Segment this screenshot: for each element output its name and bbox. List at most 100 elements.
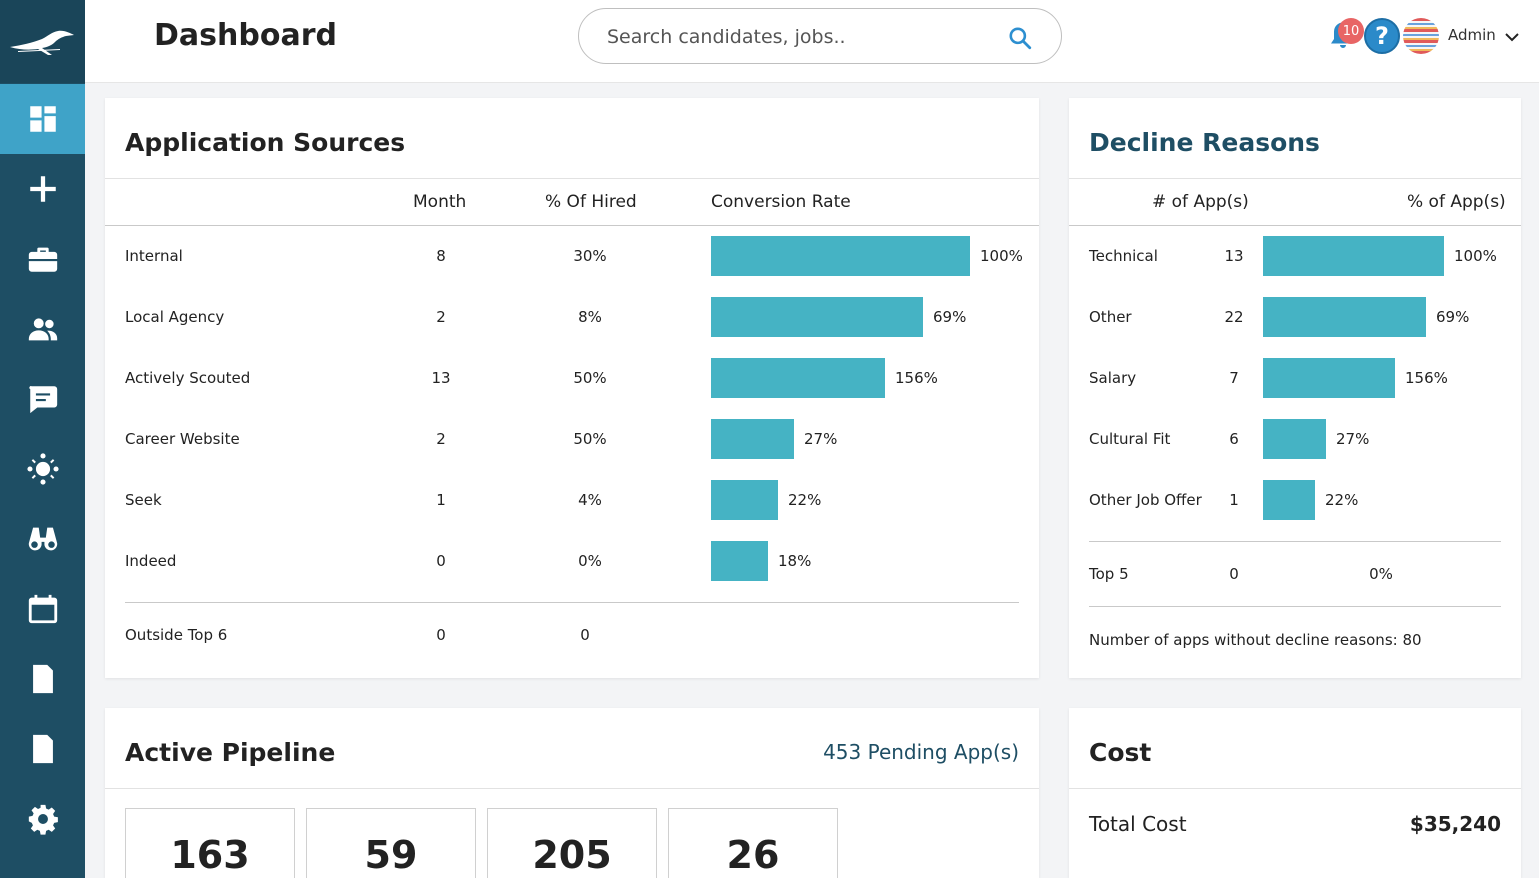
search-input[interactable] [607, 23, 987, 51]
card-title: Cost [1089, 738, 1152, 767]
column-header-hired: % Of Hired [545, 192, 637, 212]
sidebar-item-messages[interactable] [0, 364, 85, 434]
sidebar-item-add[interactable] [0, 154, 85, 224]
dashboard-icon [29, 106, 56, 132]
divider [105, 788, 1039, 789]
total-cost-label: Total Cost [1089, 812, 1187, 836]
decline-apps: 7 [1229, 369, 1239, 387]
decline-apps: 22 [1224, 308, 1244, 326]
total-cost-value: $35,240 [1409, 812, 1501, 836]
user-name[interactable]: Admin [1448, 26, 1496, 44]
source-name: Actively Scouted [125, 369, 251, 387]
pipeline-stat[interactable]: 59 [306, 808, 476, 878]
card-title: Active Pipeline [125, 738, 336, 767]
source-month: 2 [436, 430, 446, 448]
conversion-label: 100% [980, 247, 1023, 265]
source-name: Seek [125, 491, 162, 509]
pipeline-stat-value: 205 [532, 833, 612, 877]
divider [1089, 541, 1501, 542]
sidebar [0, 0, 85, 878]
avatar[interactable] [1403, 18, 1439, 54]
decline-reason-name: Other Job Offer [1089, 491, 1202, 509]
card-title: Application Sources [125, 128, 406, 157]
conversion-label: 69% [933, 308, 967, 326]
help-button[interactable]: ? [1364, 18, 1400, 54]
conversion-bar [711, 236, 970, 276]
conversion-bar [711, 541, 768, 581]
source-hired: 8% [578, 308, 602, 326]
source-hired: 50% [573, 369, 607, 387]
sidebar-item-reports[interactable] [0, 714, 85, 784]
network-icon [26, 453, 59, 485]
calendar-icon [28, 594, 57, 624]
sidebar-item-jobs[interactable] [0, 224, 85, 294]
decline-pct-bar [1263, 419, 1326, 459]
pending-apps-link[interactable]: 453 Pending App(s) [823, 740, 1019, 764]
chevron-down-icon[interactable] [1503, 28, 1521, 46]
sidebar-item-dashboard[interactable] [0, 84, 85, 154]
active-pipeline-card: Active Pipeline 453 Pending App(s) 163 5… [105, 708, 1039, 878]
source-name: Indeed [125, 552, 177, 570]
decline-reasons-card: Decline Reasons # of App(s) % of App(s) … [1069, 98, 1521, 678]
source-hired: 0% [578, 552, 602, 570]
search-box[interactable] [578, 8, 1062, 64]
sidebar-item-calendar[interactable] [0, 574, 85, 644]
binoculars-icon [28, 527, 57, 551]
application-sources-card: Application Sources Month % Of Hired Con… [105, 98, 1039, 678]
decline-pct-label: 27% [1336, 430, 1370, 448]
decline-pct-label: 22% [1325, 491, 1359, 509]
people-icon [28, 318, 57, 341]
column-header-month: Month [413, 192, 467, 212]
source-hired: 50% [573, 430, 607, 448]
sidebar-item-network[interactable] [0, 434, 85, 504]
conversion-label: 27% [804, 430, 838, 448]
pipeline-stat[interactable]: 26 [668, 808, 838, 878]
decline-pct-label: 69% [1436, 308, 1470, 326]
divider [1069, 178, 1521, 179]
source-name: Local Agency [125, 308, 225, 326]
footer-source-name: Outside Top 6 [125, 626, 228, 644]
conversion-bar [711, 297, 923, 337]
pipeline-stat[interactable]: 163 [125, 808, 295, 878]
calculator-icon [32, 664, 53, 694]
decline-pct-bar [1263, 236, 1444, 276]
notification-badge[interactable]: 10 [1338, 18, 1364, 44]
sidebar-item-settings[interactable] [0, 784, 85, 854]
source-month: 8 [436, 247, 446, 265]
decline-reason-name: Salary [1089, 369, 1137, 387]
divider [1069, 788, 1521, 789]
logo[interactable] [0, 0, 85, 83]
source-name: Internal [125, 247, 183, 265]
top5-apps: 0 [1229, 565, 1239, 583]
divider [105, 225, 1039, 226]
divider [125, 602, 1019, 603]
divider [1089, 606, 1501, 607]
decline-reason-name: Cultural Fit [1089, 430, 1171, 448]
chat-icon [28, 386, 57, 414]
divider [105, 178, 1039, 179]
decline-pct-label: 156% [1405, 369, 1448, 387]
decline-pct-label: 100% [1454, 247, 1497, 265]
sidebar-item-calculator[interactable] [0, 644, 85, 714]
footer-hired: 0 [580, 626, 590, 644]
top5-name: Top 5 [1089, 565, 1129, 583]
divider [1069, 225, 1521, 226]
page-title: Dashboard [154, 18, 337, 53]
conversion-bar [711, 419, 794, 459]
search-icon[interactable] [1007, 25, 1033, 51]
source-month: 1 [436, 491, 446, 509]
decline-pct-bar [1263, 297, 1426, 337]
sidebar-item-scout[interactable] [0, 504, 85, 574]
briefcase-icon [28, 247, 57, 272]
column-header-pct: % of App(s) [1407, 192, 1506, 212]
source-hired: 30% [573, 247, 607, 265]
decline-pct-bar [1263, 358, 1395, 398]
conversion-label: 156% [895, 369, 938, 387]
add-icon [29, 176, 56, 202]
decline-reason-name: Other [1089, 308, 1132, 326]
pipeline-stat[interactable]: 205 [487, 808, 657, 878]
column-header-conversion: Conversion Rate [711, 192, 851, 212]
conversion-label: 22% [788, 491, 822, 509]
sidebar-item-candidates[interactable] [0, 294, 85, 364]
source-month: 2 [436, 308, 446, 326]
